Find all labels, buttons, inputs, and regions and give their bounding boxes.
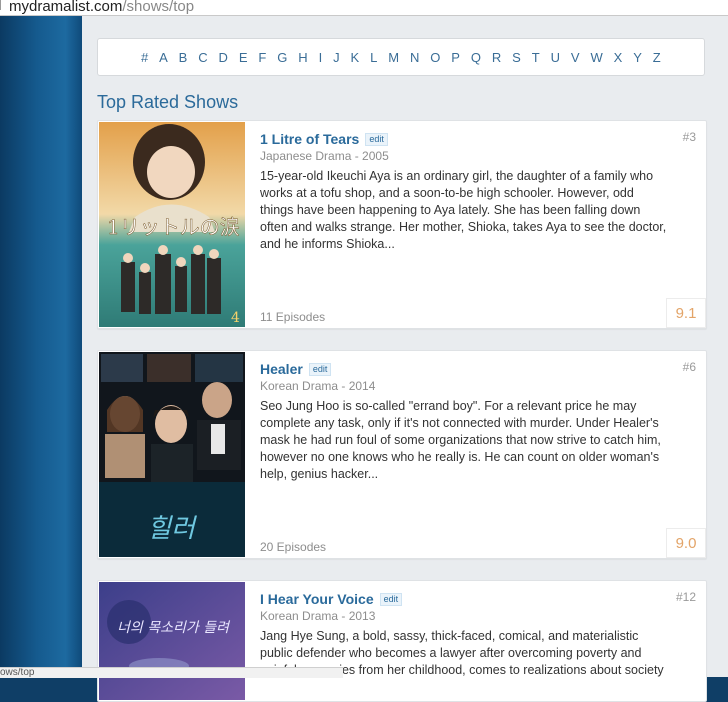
alphabet-link[interactable]: E [234,50,254,65]
alphabet-filter: # A B C D E F G H I J K L M N O P Q R S T U V W X Y Z [97,38,705,76]
show-card: 1リットルの涙 4 1 Litre of Tears edit Japanese… [97,120,707,329]
edit-button[interactable]: edit [308,362,332,376]
show-rank: #12 [675,590,696,604]
poster-title-art: 힐러 [147,514,197,544]
show-score: 9.0 [666,528,706,558]
svg-text:4: 4 [231,310,240,326]
show-score: 9.1 [666,298,706,328]
edit-button[interactable]: edit [365,132,388,146]
show-title-link[interactable]: 1 Litre of Tears [260,131,359,147]
show-title-link[interactable]: Healer [260,361,303,377]
alphabet-link[interactable]: A [154,50,174,65]
alphabet-link[interactable]: U [545,50,565,65]
alphabet-link[interactable]: F [253,50,272,65]
show-title-link[interactable]: I Hear Your Voice [260,591,374,607]
alphabet-link[interactable]: Y [628,50,648,65]
show-episodes: 11 Episodes [260,310,326,324]
show-meta: Korean Drama - 2014 [260,379,376,393]
alphabet-link[interactable]: Z [647,50,666,65]
show-poster[interactable]: 힐러 [99,352,245,557]
show-rank: #6 [682,360,696,374]
show-info: Healer edit Korean Drama - 2014 Seo Jung… [260,361,670,483]
alphabet-link[interactable]: R [487,50,507,65]
alphabet-link[interactable]: D [213,50,233,65]
page-icon [0,0,5,10]
alphabet-link[interactable]: S [507,50,527,65]
poster-title-art: 1リットルの涙 [107,215,240,239]
url-host: mydramalist.com [9,0,123,15]
alphabet-link[interactable]: L [365,50,383,65]
alphabet-link[interactable]: C [193,50,213,65]
alphabet-link[interactable]: Q [466,50,487,65]
alphabet-link[interactable]: N [405,50,425,65]
alphabet-link[interactable]: O [425,50,446,65]
show-info: 1 Litre of Tears edit Japanese Drama - 2… [260,131,670,253]
show-card: 힐러 Healer edit Korean Drama - 2014 Seo J… [97,350,707,559]
show-episodes: 20 Episodes [260,540,327,554]
show-info: I Hear Your Voice edit Korean Drama - 20… [260,591,670,679]
alphabet-link[interactable]: B [173,50,193,65]
show-meta: Korean Drama - 2013 [260,609,376,623]
alphabet-link[interactable]: H [293,50,313,65]
show-meta: Japanese Drama - 2005 [260,149,389,163]
show-rank: #3 [682,130,696,144]
alphabet-link[interactable]: G [272,50,293,65]
poster-title-art: 너의 목소리가 들려 [117,620,231,636]
alphabet-link[interactable]: T [526,50,545,65]
alphabet-link[interactable]: J [328,50,345,65]
edit-button[interactable]: edit [379,592,403,606]
alphabet-link[interactable]: K [345,50,365,65]
show-poster[interactable]: 1リットルの涙 4 [99,122,245,327]
main-content: # A B C D E F G H I J K L M N O P Q R S T U V W X Y Z Top Rated Sh… [82,16,728,702]
url-path: /shows/top [122,0,195,15]
show-description: 15-year-old Ikeuchi Aya is an ordinary g… [260,169,667,251]
alphabet-link[interactable]: P [446,50,466,65]
section-title: Top Rated Shows [97,92,239,112]
address-bar[interactable]: mydramalist.com/shows/top [0,0,728,16]
alphabet-link[interactable]: X [608,50,628,65]
alphabet-link[interactable]: # [136,50,154,65]
left-background-panel [0,16,82,677]
alphabet-link[interactable]: M [383,50,405,65]
show-poster[interactable]: 너의 목소리가 들려 [99,582,245,700]
alphabet-link[interactable]: W [585,50,608,65]
show-description: Seo Jung Hoo is so-called "errand boy". … [260,399,661,481]
browser-status-bar: ows/top [0,667,343,678]
alphabet-link[interactable]: I [313,50,328,65]
show-card: 너의 목소리가 들려 I Hear Your Voice edit Korean… [97,580,707,702]
alphabet-link[interactable]: V [566,50,586,65]
